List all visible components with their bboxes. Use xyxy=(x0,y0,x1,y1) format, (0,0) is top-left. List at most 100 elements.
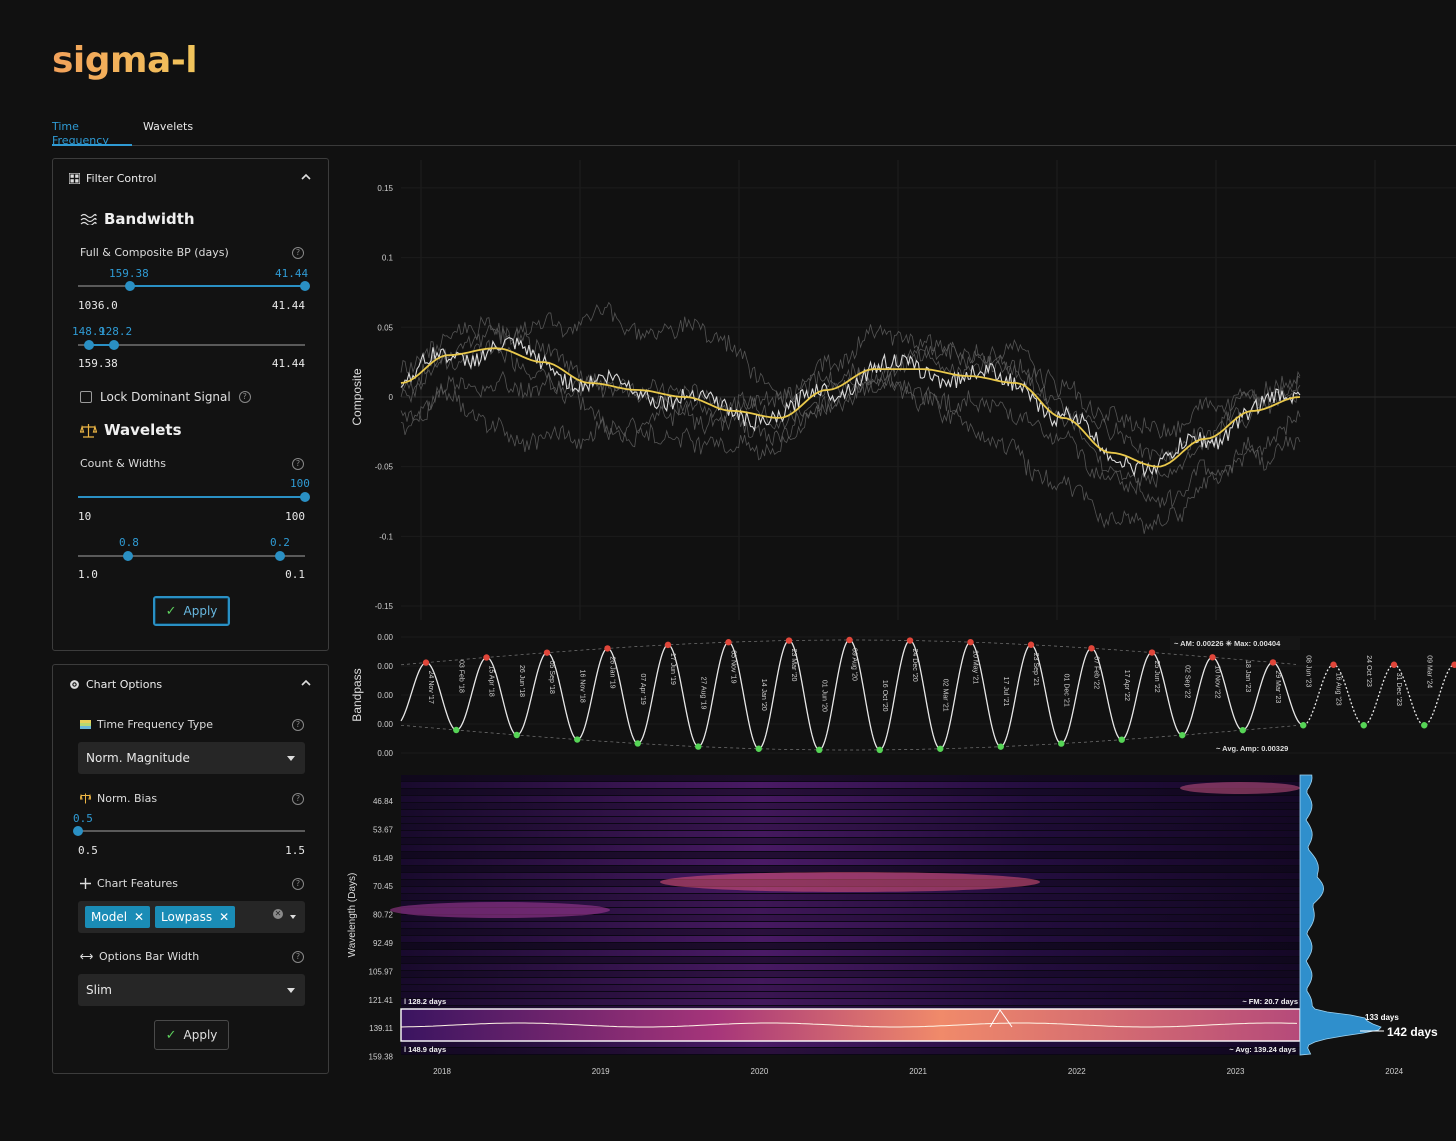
slider-handle[interactable] xyxy=(73,826,83,836)
peak-date-label: 16 Aug '23 xyxy=(1335,673,1342,706)
y-tick-label: 0.1 xyxy=(382,254,394,263)
heatmap-hotspot xyxy=(660,872,1040,892)
slider-min-label: 0.5 xyxy=(78,844,98,857)
wavelets-count-slider[interactable] xyxy=(78,490,310,504)
lock-dominant-checkbox[interactable] xyxy=(80,391,92,403)
chevron-up-icon[interactable] xyxy=(300,171,312,183)
wavelength-tick-label: 159.38 xyxy=(369,1053,394,1062)
trough-marker xyxy=(876,746,883,754)
slider-handle-high[interactable] xyxy=(109,340,120,350)
trough-date-label: 01 Jun '20 xyxy=(820,680,827,712)
tab-time-frequency[interactable]: Time Frequency xyxy=(52,120,132,147)
lock-dominant-label: Lock Dominant Signal xyxy=(100,390,231,404)
feature-tag-lowpass[interactable]: Lowpass ✕ xyxy=(155,906,236,928)
chevron-up-icon[interactable] xyxy=(300,677,312,689)
remove-tag-icon[interactable]: ✕ xyxy=(134,910,144,924)
year-tick-label: 2023 xyxy=(1227,1067,1245,1076)
trough-date-label: 07 Apr '19 xyxy=(639,673,646,704)
heatmap-row xyxy=(401,957,1300,963)
bandpass-y-tick: 0.00 xyxy=(377,749,393,758)
scales-icon xyxy=(80,423,97,438)
help-icon[interactable]: ? xyxy=(292,878,304,890)
balance-icon xyxy=(80,793,91,804)
slider-handle-high[interactable] xyxy=(275,551,286,561)
chart-features-label: Chart Features xyxy=(80,877,178,890)
composite-range-slider[interactable] xyxy=(78,338,305,352)
heatmap-row xyxy=(401,859,1300,865)
heatmap-row xyxy=(401,936,1300,942)
peak-date-label: 24 Nov '17 xyxy=(427,671,434,704)
bar-width-value: Slim xyxy=(86,983,112,997)
trough-marker xyxy=(816,746,823,754)
chart-features-multiselect[interactable]: Model ✕ Lowpass ✕ ✕ xyxy=(78,901,305,933)
apply-label: Apply xyxy=(183,604,218,618)
wavelets-section-title: Wavelets xyxy=(80,421,182,439)
peak-date-label: 15 Apr '18 xyxy=(488,665,495,696)
heatmap-row xyxy=(401,845,1300,851)
trough-marker xyxy=(1118,736,1125,743)
help-icon[interactable]: ? xyxy=(292,458,304,470)
chart-options-apply-button[interactable]: ✓ Apply xyxy=(154,1020,229,1050)
composite-component-line xyxy=(400,315,1301,488)
time-frequency-chart: 0.15 0.1 0.05 0 -0.05 -0.1 -0.15 Composite 0.00 0… xyxy=(347,160,1456,1076)
trough-marker xyxy=(574,736,581,743)
trough-marker xyxy=(755,745,762,752)
tf-type-select[interactable]: Norm. Magnitude xyxy=(78,742,305,774)
trough-date-label: 09 Mar '24 xyxy=(1425,655,1432,688)
caret-down-icon[interactable] xyxy=(290,915,296,919)
heatmap-row xyxy=(401,964,1300,970)
norm-bias-slider[interactable] xyxy=(73,824,305,838)
filter-control-title: Filter Control xyxy=(86,172,157,185)
bar-width-select[interactable]: Slim xyxy=(78,974,305,1006)
slider-max-label: 41.44 xyxy=(271,299,305,312)
slider-handle-low[interactable] xyxy=(84,340,95,350)
slider-min-label: 10 xyxy=(78,510,92,523)
heatmap-row xyxy=(401,803,1300,809)
slider-handle-low[interactable] xyxy=(125,281,136,291)
y-tick-label: 0 xyxy=(389,393,394,402)
slider-min-label: 159.38 xyxy=(78,357,118,370)
bandpass-envelope-upper xyxy=(400,639,1297,666)
bandwidth-section-title: Bandwidth xyxy=(80,210,195,228)
trough-date-label: 02 Sep '22 xyxy=(1183,665,1190,698)
wavelets-label: Count & Widths xyxy=(80,457,166,470)
peak-marker xyxy=(1269,659,1277,666)
feature-tag-model[interactable]: Model ✕ xyxy=(85,906,151,928)
filter-control-header[interactable]: Filter Control xyxy=(69,172,157,185)
slider-handle-low[interactable] xyxy=(122,551,133,561)
trough-marker xyxy=(937,745,944,752)
slider-handle-high[interactable] xyxy=(300,281,310,291)
help-icon[interactable]: ? xyxy=(292,951,304,963)
peak-date-label: 05 Nov '19 xyxy=(730,650,737,683)
tf-type-value: Norm. Magnitude xyxy=(86,751,190,765)
heatmap-row xyxy=(401,831,1300,837)
clear-all-icon[interactable]: ✕ xyxy=(273,909,283,919)
tab-wavelets[interactable]: Wavelets xyxy=(143,120,193,146)
lock-dominant-signal-row[interactable]: Lock Dominant Signal ? xyxy=(80,390,251,404)
help-icon[interactable]: ? xyxy=(292,793,304,805)
bandwidth-range-slider[interactable] xyxy=(78,279,310,293)
help-icon[interactable]: ? xyxy=(292,719,304,731)
y-tick-label: 0.05 xyxy=(377,323,393,332)
peak-marker xyxy=(543,649,551,656)
tf-type-label: Time Frequency Type xyxy=(80,718,213,731)
chart-options-header[interactable]: Chart Options xyxy=(69,678,162,691)
wavelets-title-text: Wavelets xyxy=(104,421,182,439)
peak-date-label: 26 Jan '19 xyxy=(609,656,616,688)
heatmap-row xyxy=(401,824,1300,830)
slider-handle[interactable] xyxy=(300,492,310,502)
peak-date-label: 25 Jun '22 xyxy=(1153,661,1160,693)
peak-marker xyxy=(906,637,914,644)
help-icon[interactable]: ? xyxy=(292,247,304,259)
remove-tag-icon[interactable]: ✕ xyxy=(219,910,229,924)
gear-icon xyxy=(70,680,79,689)
wavelets-width-slider[interactable] xyxy=(78,549,305,563)
trough-marker xyxy=(1058,740,1065,747)
heatmap-row xyxy=(401,1048,1300,1054)
chart-options-title: Chart Options xyxy=(86,678,163,691)
plus-icon xyxy=(80,878,91,889)
y-axis-label: Composite xyxy=(350,368,364,426)
heatmap-hotspot xyxy=(1180,782,1300,794)
help-icon[interactable]: ? xyxy=(238,391,251,403)
filter-apply-button[interactable]: ✓ Apply xyxy=(153,596,230,626)
